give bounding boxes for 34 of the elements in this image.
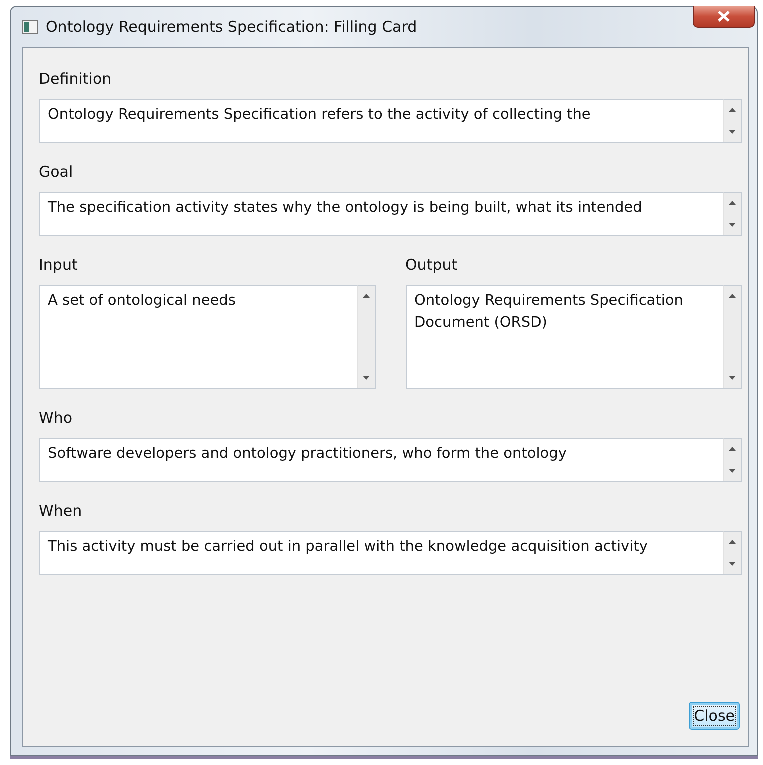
up-arrow-icon[interactable] [729,294,736,298]
text-area[interactable]: Software developers and ontology practitioners, who form the ontology [39,438,723,482]
field-label: Input [39,256,79,274]
up-arrow-icon[interactable] [729,540,736,544]
up-arrow-icon[interactable] [729,201,736,205]
window-icon [22,20,38,34]
up-arrow-icon[interactable] [729,447,736,451]
text-area[interactable]: Ontology Requirements Specification refers to the activity of collecting the [39,99,723,143]
down-arrow-icon[interactable] [362,376,370,380]
close-button[interactable]: Close [689,702,740,730]
text-area[interactable]: The specification activity states why the ontology is being built, what its intended [39,192,723,236]
down-arrow-icon[interactable] [729,562,736,566]
text-area[interactable]: Ontology Requirements Specification Document (ORSD) [406,285,723,389]
close-icon[interactable] [693,6,755,28]
text-area[interactable]: A set of ontological needs [39,285,356,389]
down-arrow-icon[interactable] [729,223,736,227]
down-arrow-icon[interactable] [729,469,736,473]
field-label: Output [406,256,459,274]
up-arrow-icon[interactable] [362,294,370,298]
scrollbar[interactable] [723,285,742,389]
scrollbar[interactable] [723,99,742,143]
field-label: Goal [39,163,74,181]
window-title: Ontology Requirements Specification: Filling Card [46,18,418,36]
down-arrow-icon[interactable] [729,376,736,380]
field-label: When [39,502,84,520]
field-label: Definition [39,70,113,88]
scrollbar[interactable] [723,438,742,482]
scrollbar[interactable] [723,531,742,575]
scrollbar[interactable] [723,192,742,236]
text-area[interactable]: This activity must be carried out in parallel with the knowledge acquisition activity [39,531,723,575]
scrollbar[interactable] [356,285,376,389]
field-label: Who [39,409,74,427]
up-arrow-icon[interactable] [729,108,736,112]
down-arrow-icon[interactable] [729,130,736,134]
